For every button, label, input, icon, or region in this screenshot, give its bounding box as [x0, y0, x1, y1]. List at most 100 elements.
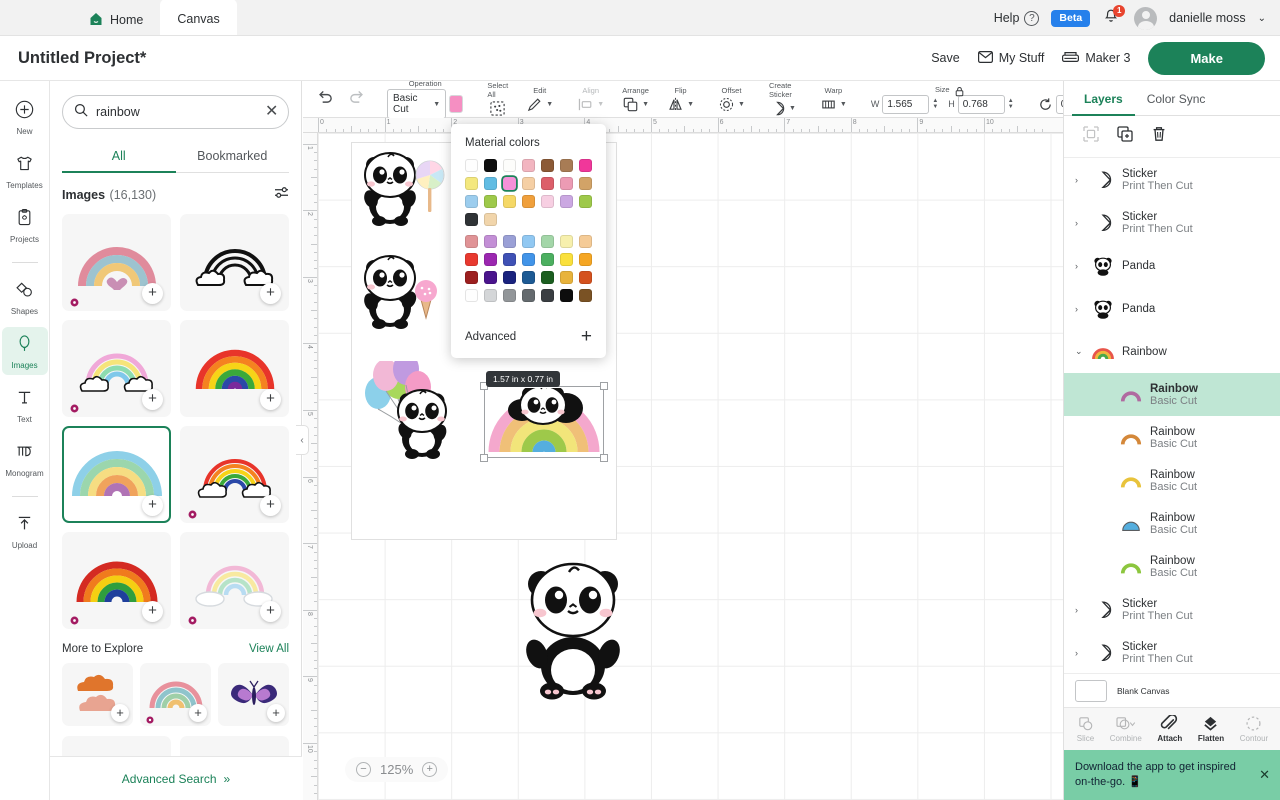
- sidebar-item-new[interactable]: New: [2, 93, 48, 141]
- layer-row[interactable]: Rainbow Basic Cut: [1064, 459, 1280, 502]
- chevron-down-icon[interactable]: ▼: [738, 101, 745, 108]
- sticker-panda-icecream[interactable]: [360, 248, 452, 335]
- blank-canvas-swatch[interactable]: [1075, 679, 1107, 702]
- color-swatch[interactable]: [484, 271, 497, 284]
- sidebar-item-images[interactable]: Images: [1, 327, 48, 375]
- sticker-panda-sitting-large[interactable]: [518, 558, 628, 708]
- color-swatch[interactable]: [560, 195, 573, 208]
- color-swatch[interactable]: [541, 289, 554, 302]
- beta-badge[interactable]: Beta: [1051, 9, 1091, 27]
- add-image-button[interactable]: +: [260, 601, 281, 622]
- view-all-button[interactable]: View All: [249, 643, 289, 655]
- make-button[interactable]: Make: [1148, 41, 1265, 75]
- color-swatch[interactable]: [484, 159, 497, 172]
- add-image-button[interactable]: +: [189, 704, 207, 722]
- color-swatch[interactable]: [522, 195, 535, 208]
- tab-layers[interactable]: Layers: [1072, 81, 1135, 116]
- color-swatch[interactable]: [484, 177, 497, 190]
- add-image-button[interactable]: +: [267, 704, 285, 722]
- color-swatch[interactable]: [484, 195, 497, 208]
- sidebar-item-projects[interactable]: Projects: [2, 201, 48, 249]
- chevron-right-icon[interactable]: ›: [1075, 175, 1084, 185]
- color-swatch[interactable]: [579, 177, 592, 190]
- add-image-button[interactable]: +: [260, 495, 281, 516]
- canvas-grid[interactable]: 1.57 in x 0.77 in − 125% +: [318, 133, 1063, 800]
- flip-icon[interactable]: [667, 96, 684, 113]
- machine-selector[interactable]: Maker 3: [1062, 51, 1130, 66]
- group-icon[interactable]: [1082, 125, 1100, 148]
- color-swatch[interactable]: [560, 253, 573, 266]
- chevron-down-icon[interactable]: ⌄: [1075, 346, 1084, 357]
- chevron-right-icon[interactable]: ›: [1075, 648, 1084, 658]
- create-sticker-icon[interactable]: [769, 100, 786, 117]
- pencil-icon[interactable]: [526, 96, 543, 113]
- layer-row[interactable]: › Panda: [1064, 287, 1280, 330]
- lock-icon[interactable]: [954, 84, 965, 102]
- explore-card-butterfly[interactable]: +: [218, 663, 289, 726]
- image-card-pastel-rainbow-clouds[interactable]: +: [62, 320, 171, 417]
- color-swatch[interactable]: [484, 253, 497, 266]
- explore-card-clouds[interactable]: +: [62, 663, 133, 726]
- color-swatch[interactable]: [503, 177, 516, 190]
- nav-tab-home[interactable]: Home: [72, 5, 160, 35]
- sticker-panda-lollipop[interactable]: [360, 143, 452, 232]
- advanced-color-button[interactable]: Advanced: [465, 331, 516, 343]
- color-swatch[interactable]: [522, 271, 535, 284]
- layers-list[interactable]: › Sticker Print Then Cut › Sticker Print Then…: [1064, 158, 1280, 693]
- color-swatch[interactable]: [522, 159, 535, 172]
- tab-bookmarked[interactable]: Bookmarked: [176, 143, 290, 173]
- color-swatch[interactable]: [484, 213, 497, 226]
- chevron-down-icon[interactable]: ▼: [687, 101, 694, 108]
- color-swatch[interactable]: [503, 235, 516, 248]
- color-swatch[interactable]: [560, 177, 573, 190]
- sidebar-item-monogram[interactable]: Monogram: [2, 435, 48, 483]
- image-card-bold-rainbow[interactable]: +: [62, 532, 171, 629]
- color-swatch[interactable]: [522, 235, 535, 248]
- width-stepper[interactable]: ▲ ▼: [932, 98, 938, 110]
- filter-icon[interactable]: [274, 186, 289, 204]
- color-swatch[interactable]: [503, 271, 516, 284]
- color-swatch[interactable]: [484, 289, 497, 302]
- image-card-light-rainbow-clouds[interactable]: +: [180, 532, 289, 629]
- color-swatch[interactable]: [541, 177, 554, 190]
- layer-row[interactable]: Rainbow Basic Cut: [1064, 416, 1280, 459]
- nav-tab-canvas[interactable]: Canvas: [160, 0, 237, 35]
- add-image-button[interactable]: +: [142, 495, 163, 516]
- save-button[interactable]: Save: [931, 51, 960, 65]
- resize-handle-br[interactable]: [600, 454, 608, 462]
- chevron-right-icon[interactable]: ›: [1075, 304, 1084, 314]
- combine-button[interactable]: Combine: [1110, 715, 1142, 743]
- color-swatch[interactable]: [465, 213, 478, 226]
- layer-row[interactable]: › StickerPrint Then Cut: [1064, 588, 1280, 631]
- flatten-button[interactable]: Flatten: [1198, 715, 1224, 743]
- chevron-down-icon[interactable]: ▼: [840, 101, 847, 108]
- color-swatch[interactable]: [541, 159, 554, 172]
- layer-row[interactable]: Rainbow Basic Cut: [1064, 545, 1280, 588]
- add-image-button[interactable]: +: [142, 389, 163, 410]
- color-swatch[interactable]: [465, 159, 478, 172]
- layer-row[interactable]: Rainbow Basic Cut: [1064, 502, 1280, 545]
- color-swatch[interactable]: [503, 289, 516, 302]
- sidebar-item-upload[interactable]: Upload: [2, 507, 48, 555]
- sidebar-item-text[interactable]: Text: [2, 381, 48, 429]
- color-swatch[interactable]: [522, 289, 535, 302]
- resize-handle-bl[interactable]: [480, 454, 488, 462]
- add-image-button[interactable]: +: [142, 283, 163, 304]
- sticker-panda-balloons[interactable]: [356, 353, 466, 468]
- select-all-icon[interactable]: [489, 100, 506, 117]
- delete-icon[interactable]: [1150, 125, 1168, 148]
- image-card-soft-rainbow-arc[interactable]: +: [62, 426, 171, 523]
- image-card-outline-rainbow-clouds[interactable]: +: [180, 214, 289, 311]
- chevron-down-icon[interactable]: ▼: [789, 105, 796, 112]
- chevron-down-icon[interactable]: ⌄: [1258, 13, 1266, 24]
- chevron-down-icon[interactable]: ▼: [642, 101, 649, 108]
- color-swatch[interactable]: [503, 195, 516, 208]
- color-swatch[interactable]: [465, 195, 478, 208]
- layer-row[interactable]: Rainbow Basic Cut: [1064, 373, 1280, 416]
- color-swatch[interactable]: [503, 253, 516, 266]
- tab-all[interactable]: All: [62, 143, 176, 173]
- image-card-striped-rainbow-clouds[interactable]: +: [180, 426, 289, 523]
- my-stuff-button[interactable]: My Stuff: [977, 50, 1044, 66]
- search-input[interactable]: [96, 105, 257, 119]
- notifications-button[interactable]: 1: [1102, 5, 1126, 28]
